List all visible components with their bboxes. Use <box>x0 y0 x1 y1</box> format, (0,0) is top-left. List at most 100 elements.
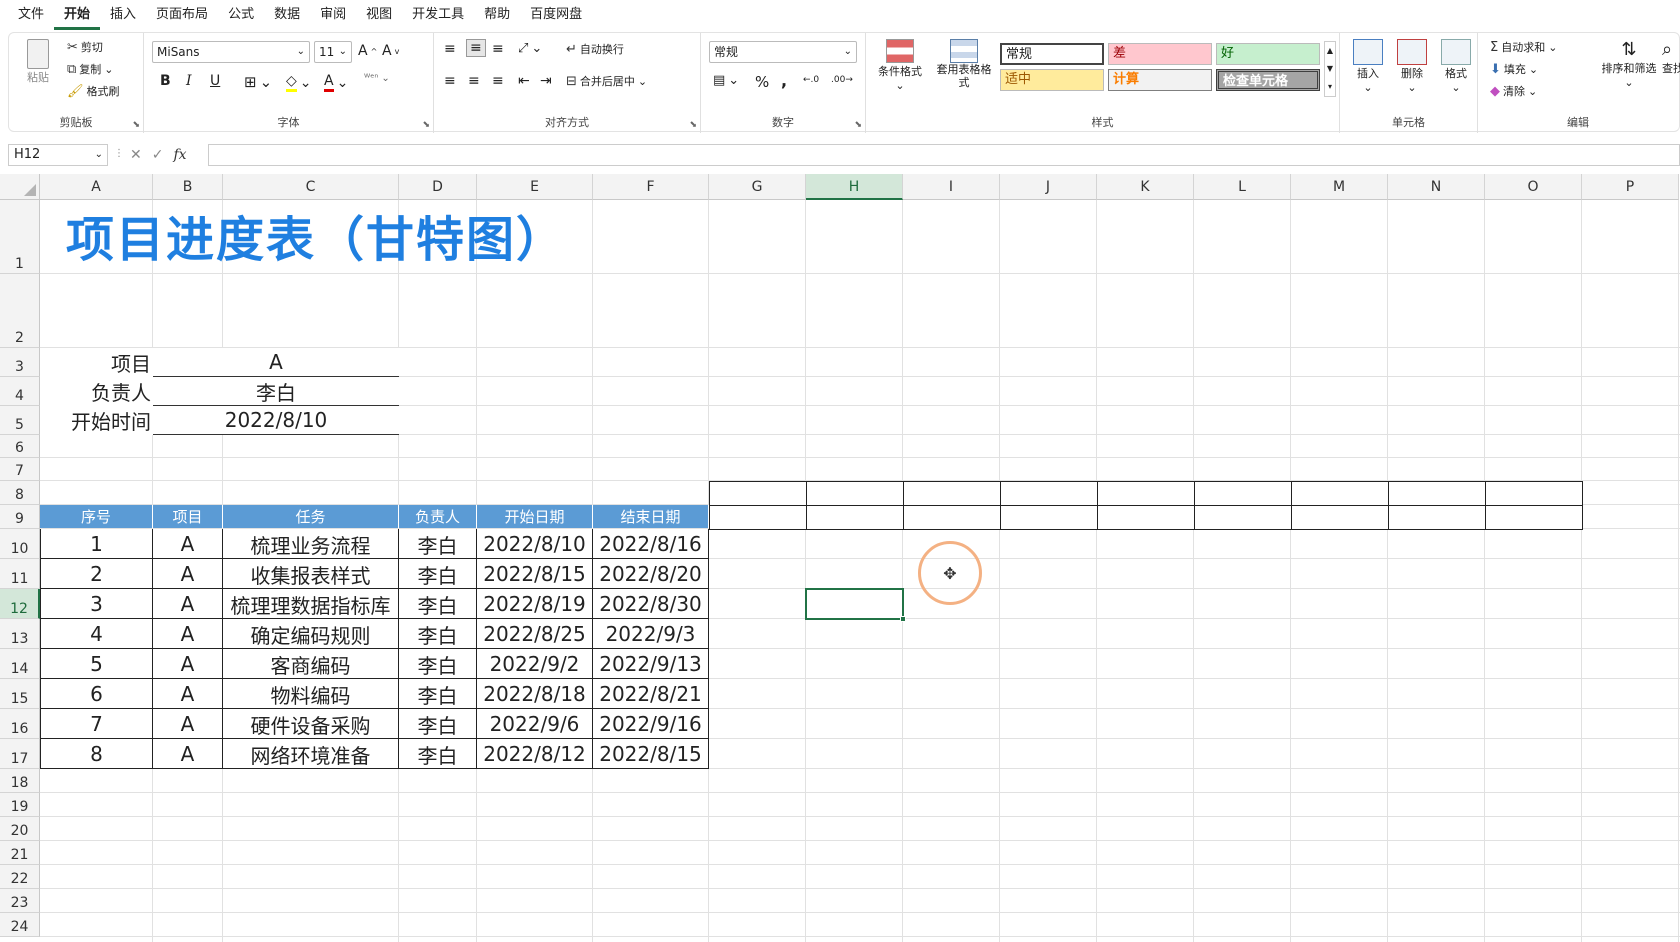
align-top-button[interactable]: ≡ <box>444 41 456 57</box>
table-cell[interactable]: 2022/8/25 <box>477 619 593 649</box>
menu-item-0[interactable]: 文件 <box>0 0 54 30</box>
style-bad[interactable]: 差 <box>1108 43 1212 65</box>
increase-indent-button[interactable]: ⇥ <box>540 73 552 89</box>
table-cell[interactable]: 李白 <box>399 529 477 559</box>
underline-button[interactable]: U <box>210 73 220 89</box>
style-calculation[interactable]: 计算 <box>1108 69 1212 91</box>
table-cell[interactable]: 2022/9/16 <box>593 709 709 739</box>
column-header-L[interactable]: L <box>1194 174 1291 200</box>
table-cell[interactable]: 2022/9/13 <box>593 649 709 679</box>
table-cell[interactable]: 2022/8/20 <box>593 559 709 589</box>
row-header-1[interactable]: 1 <box>0 200 40 274</box>
format-cells-button[interactable]: 格式 ⌄ <box>1436 39 1476 94</box>
delete-cells-button[interactable]: 删除 ⌄ <box>1392 39 1432 94</box>
merge-center-button[interactable]: ⊟ 合并后居中 ⌄ <box>566 73 647 89</box>
table-cell[interactable]: 网络环境准备 <box>223 739 399 769</box>
style-check-cell[interactable]: 检查单元格 <box>1216 69 1320 91</box>
cut-button[interactable]: ✂ 剪切 <box>67 39 103 55</box>
table-cell[interactable]: 2022/8/15 <box>477 559 593 589</box>
row-header-10[interactable]: 10 <box>0 529 40 559</box>
decrease-indent-button[interactable]: ⇤ <box>518 73 530 89</box>
italic-button[interactable]: I <box>186 73 192 89</box>
sort-filter-button[interactable]: ⇅ 排序和筛选 ⌄ <box>1596 39 1662 89</box>
paste-button[interactable]: 粘贴 <box>23 39 53 85</box>
table-cell[interactable]: A <box>153 709 223 739</box>
table-cell[interactable]: 7 <box>40 709 153 739</box>
gantt-cell[interactable] <box>1097 505 1195 530</box>
table-cell[interactable]: 李白 <box>399 619 477 649</box>
table-cell[interactable]: 李白 <box>399 559 477 589</box>
gantt-cell[interactable] <box>1000 505 1098 530</box>
align-middle-button[interactable]: ≡ <box>466 39 486 57</box>
row-header-24[interactable]: 24 <box>0 913 40 937</box>
row-header-2[interactable]: 2 <box>0 274 40 348</box>
table-cell[interactable]: 梳理理数据指标库 <box>223 589 399 619</box>
increase-font-button[interactable]: A ^ <box>358 43 377 59</box>
fill-handle[interactable] <box>900 616 906 622</box>
table-cell[interactable]: 李白 <box>399 709 477 739</box>
menu-item-5[interactable]: 数据 <box>264 0 310 30</box>
table-cell[interactable]: 2022/8/18 <box>477 679 593 709</box>
table-cell[interactable]: 4 <box>40 619 153 649</box>
gantt-cell[interactable] <box>903 481 1001 506</box>
percent-button[interactable]: % <box>755 73 769 91</box>
gantt-cell[interactable] <box>1485 505 1583 530</box>
table-cell[interactable]: 6 <box>40 679 153 709</box>
column-header-M[interactable]: M <box>1291 174 1388 200</box>
column-header-O[interactable]: O <box>1485 174 1582 200</box>
table-cell[interactable]: 确定编码规则 <box>223 619 399 649</box>
menu-item-2[interactable]: 插入 <box>100 0 146 30</box>
table-cell[interactable]: A <box>153 739 223 769</box>
column-header-G[interactable]: G <box>709 174 806 200</box>
table-cell[interactable]: 2022/8/19 <box>477 589 593 619</box>
row-header-18[interactable]: 18 <box>0 769 40 793</box>
column-header-F[interactable]: F <box>593 174 709 200</box>
table-header-cell[interactable]: 结束日期 <box>593 505 709 528</box>
column-header-I[interactable]: I <box>903 174 1000 200</box>
gantt-cell[interactable] <box>1194 481 1292 506</box>
formula-input[interactable] <box>208 144 1680 166</box>
info-label[interactable]: 项目 <box>40 348 157 377</box>
dialog-launcher-icon[interactable]: ⬊ <box>422 120 430 130</box>
table-cell[interactable]: 2022/8/15 <box>593 739 709 769</box>
table-cell[interactable]: 硬件设备采购 <box>223 709 399 739</box>
table-cell[interactable]: 5 <box>40 649 153 679</box>
table-cell[interactable]: 2022/9/2 <box>477 649 593 679</box>
sheet-title[interactable]: 项目进度表（甘特图） <box>66 202 566 268</box>
style-normal[interactable]: 常规 <box>1000 43 1104 65</box>
clear-button[interactable]: ◆ 清除 ⌄ <box>1490 83 1537 99</box>
menu-item-4[interactable]: 公式 <box>218 0 264 30</box>
gantt-cell[interactable] <box>806 481 904 506</box>
font-name-select[interactable]: MiSans ⌄ <box>152 41 310 63</box>
dialog-launcher-icon[interactable]: ⬊ <box>132 120 140 130</box>
format-as-table-button[interactable]: 套用表格格式 <box>930 39 998 89</box>
row-header-6[interactable]: 6 <box>0 435 40 458</box>
align-center-button[interactable]: ≡ <box>468 73 480 89</box>
number-format-select[interactable]: 常规 ⌄ <box>709 41 857 63</box>
table-cell[interactable]: 2022/8/16 <box>593 529 709 559</box>
row-header-21[interactable]: 21 <box>0 841 40 865</box>
gantt-cell[interactable] <box>709 505 807 530</box>
spreadsheet-grid[interactable]: ABCDEFGHIJKLMNOP 1 2 3 4 5 6 7 8 9 10 11 12 13 14 15 16… <box>0 174 1680 942</box>
bold-button[interactable]: B <box>160 73 171 89</box>
table-cell[interactable]: 物料编码 <box>223 679 399 709</box>
table-header-cell[interactable]: 开始日期 <box>477 505 593 528</box>
align-left-button[interactable]: ≡ <box>444 73 456 89</box>
row-header-9[interactable]: 9 <box>0 505 40 529</box>
row-header-16[interactable]: 16 <box>0 709 40 739</box>
style-good[interactable]: 好 <box>1216 43 1320 65</box>
copy-button[interactable]: ⧉ 复制 ⌄ <box>67 61 114 77</box>
table-cell[interactable]: A <box>153 529 223 559</box>
currency-button[interactable]: ▤ ⌄ <box>713 73 739 88</box>
row-header-19[interactable]: 19 <box>0 793 40 817</box>
column-header-H[interactable]: H <box>806 174 903 200</box>
column-header-A[interactable]: A <box>40 174 153 200</box>
table-cell[interactable]: 客商编码 <box>223 649 399 679</box>
menu-item-9[interactable]: 帮助 <box>474 0 520 30</box>
row-header-5[interactable]: 5 <box>0 406 40 435</box>
comma-button[interactable]: , <box>781 71 787 90</box>
table-cell[interactable]: 2022/8/21 <box>593 679 709 709</box>
autosum-button[interactable]: Σ 自动求和 ⌄ <box>1490 39 1557 55</box>
column-header-C[interactable]: C <box>223 174 399 200</box>
phonetic-button[interactable]: ᵂᵉⁿ ⌄ <box>364 73 390 84</box>
